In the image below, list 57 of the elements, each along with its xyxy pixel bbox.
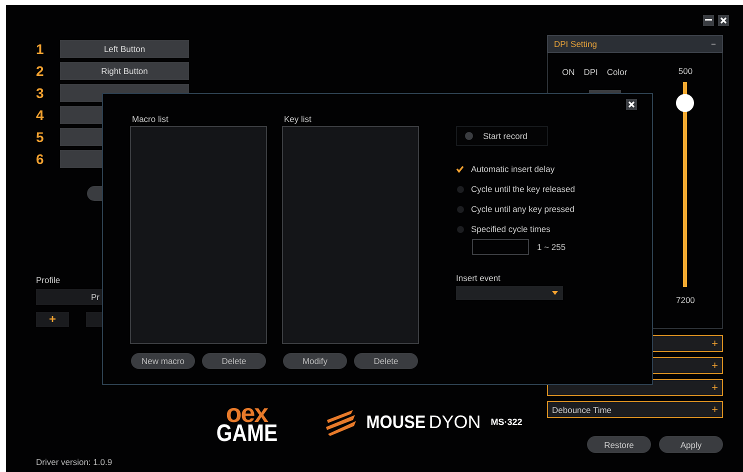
footer-button[interactable]: Restore (587, 436, 651, 453)
column-header: DPI (584, 67, 598, 77)
close-icon (720, 16, 727, 24)
radio-button[interactable] (457, 186, 464, 192)
expand-icon[interactable]: + (712, 404, 718, 416)
list-button[interactable]: Delete (202, 353, 266, 369)
radio-button[interactable] (457, 206, 464, 212)
dpi-slider[interactable] (676, 82, 694, 287)
button-number: 5 (36, 129, 45, 145)
button-number: 6 (36, 151, 45, 167)
option-label: Automatic insert delay (471, 164, 555, 174)
button-number: 4 (36, 107, 45, 123)
button-number: 3 (36, 85, 45, 101)
checkbox[interactable] (456, 165, 464, 173)
button-assignment[interactable]: Right Button (60, 62, 189, 80)
list-button[interactable]: Modify (283, 353, 347, 369)
driver-version: Driver version: 1.0.9 (36, 457, 114, 467)
minimize-button[interactable] (703, 14, 714, 26)
close-icon (628, 101, 635, 108)
expand-icon[interactable]: + (712, 382, 718, 394)
column-header: ON (562, 67, 575, 77)
insert-event-label: Insert event (456, 273, 502, 283)
button-number: 2 (36, 63, 45, 79)
list-button[interactable]: Delete (354, 353, 418, 369)
slider-label: 500 (678, 66, 693, 76)
add-profile-button[interactable]: + (36, 312, 69, 327)
insert-event-dropdown[interactable] (456, 286, 563, 300)
button-number: 1 (36, 41, 45, 57)
close-button[interactable] (626, 99, 637, 110)
collapsed-section[interactable]: Debounce Time + (547, 401, 723, 418)
option-label: Specified cycle times (471, 224, 550, 234)
expand-icon[interactable]: + (712, 360, 718, 372)
column-header: Color (606, 67, 628, 77)
option-label: Cycle until any key pressed (471, 204, 574, 214)
option-label: Cycle until the key released (471, 184, 575, 194)
slider-label: 7200 (676, 295, 695, 305)
footer-button[interactable]: Apply (659, 436, 723, 453)
list-label: Key list (284, 114, 312, 126)
cycle-times-field[interactable] (472, 239, 529, 255)
button-assignment[interactable]: Left Button (60, 40, 189, 58)
product-logo: MOUSE DYON MS·322 (324, 408, 522, 436)
start-record-button[interactable]: Start record (456, 126, 548, 146)
list-button[interactable]: New macro (131, 353, 195, 369)
expand-icon[interactable]: + (712, 338, 718, 350)
list-box[interactable] (282, 126, 419, 344)
slider-thumb[interactable] (676, 94, 694, 112)
caret-icon (552, 291, 558, 295)
range-label: 1 ~ 255 (537, 242, 566, 252)
close-button[interactable] (718, 14, 729, 26)
section-title: Debounce Time (552, 404, 612, 414)
profile-label: Profile (36, 275, 62, 285)
list-box[interactable] (130, 126, 267, 344)
minimize-icon (705, 19, 712, 21)
brand-logo: oex GAME (215, 404, 278, 446)
dpi-setting-header[interactable]: DPI Setting − (547, 35, 723, 53)
radio-button[interactable] (457, 226, 464, 232)
list-label: Macro list (132, 114, 170, 126)
